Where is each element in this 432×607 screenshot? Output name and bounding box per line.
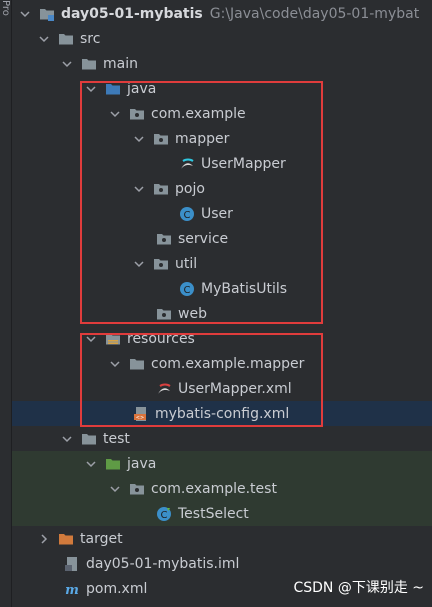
- tree-label: java: [127, 455, 157, 472]
- tree-row-target[interactable]: target: [12, 526, 432, 551]
- tree-label: com.example.mapper: [151, 355, 305, 372]
- chevron-down-icon[interactable]: [108, 351, 122, 376]
- chevron-down-icon[interactable]: [60, 426, 74, 451]
- tree-label: mybatis-config.xml: [155, 405, 290, 422]
- tree-label: java: [127, 80, 157, 97]
- package-icon: [128, 480, 146, 498]
- package-icon: [128, 105, 146, 123]
- tree-row-iml[interactable]: day05-01-mybatis.iml: [12, 551, 432, 576]
- tree-label: TestSelect: [178, 505, 249, 522]
- tree-row-pojo[interactable]: pojo: [12, 176, 432, 201]
- tree-row-java[interactable]: java: [12, 76, 432, 101]
- tree-row-test-java[interactable]: java: [12, 451, 432, 476]
- tree-label: com.example: [151, 105, 246, 122]
- svg-text:C: C: [161, 510, 168, 521]
- test-source-folder-icon: [104, 455, 122, 473]
- tree-label: target: [80, 530, 123, 547]
- tree-label: web: [178, 305, 207, 322]
- project-tab-label[interactable]: Pro: [0, 0, 11, 16]
- tree-row-com-example-test[interactable]: com.example.test: [12, 476, 432, 501]
- resources-folder-icon: [104, 330, 122, 348]
- tree-label: src: [80, 30, 101, 47]
- watermark: CSDN @下课别走 ~: [293, 580, 424, 596]
- tree-row-service[interactable]: service: [12, 226, 432, 251]
- tree-row-web[interactable]: web: [12, 301, 432, 326]
- folder-icon: [128, 355, 146, 373]
- source-folder-icon: [104, 80, 122, 98]
- xml-file-icon: <>: [132, 405, 150, 423]
- chevron-right-icon[interactable]: [37, 526, 51, 551]
- chevron-down-icon[interactable]: [108, 476, 122, 501]
- tree-row-main[interactable]: main: [12, 51, 432, 76]
- module-folder-icon: [38, 5, 56, 23]
- package-icon: [152, 130, 170, 148]
- tree-label: pojo: [175, 180, 205, 197]
- mybatis-interface-icon: [178, 155, 196, 173]
- excluded-folder-icon: [57, 530, 75, 548]
- package-icon: [155, 305, 173, 323]
- tree-row-test[interactable]: test: [12, 426, 432, 451]
- tree-row-mybatis-config[interactable]: <> mybatis-config.xml: [12, 401, 432, 426]
- tree-label: mapper: [175, 130, 230, 147]
- tree-label: com.example.test: [151, 480, 277, 497]
- svg-text:C: C: [184, 285, 191, 296]
- chevron-down-icon[interactable]: [37, 26, 51, 51]
- svg-text:<>: <>: [136, 415, 144, 421]
- chevron-down-icon[interactable]: [84, 326, 98, 351]
- svg-text:m: m: [65, 583, 79, 597]
- tree-label: MyBatisUtils: [201, 280, 288, 297]
- tree-label: service: [178, 230, 229, 247]
- project-tool-window-strip[interactable]: Pro: [0, 0, 12, 607]
- package-icon: [155, 230, 173, 248]
- chevron-down-icon[interactable]: [108, 101, 122, 126]
- tree-row-resources[interactable]: resources: [12, 326, 432, 351]
- package-icon: [152, 180, 170, 198]
- mybatis-xml-icon: [155, 380, 173, 398]
- tree-label: test: [103, 430, 130, 447]
- folder-icon: [80, 55, 98, 73]
- tree-row-util[interactable]: util: [12, 251, 432, 276]
- tree-row-mapper[interactable]: mapper: [12, 126, 432, 151]
- tree-label: UserMapper.xml: [178, 380, 292, 397]
- tree-row-mybatis-utils[interactable]: C MyBatisUtils: [12, 276, 432, 301]
- tree-label: day05-01-mybatis.iml: [86, 555, 240, 572]
- folder-icon: [57, 30, 75, 48]
- tree-row-project-root[interactable]: day05-01-mybatis G:\Java\code\day05-01-m…: [12, 1, 432, 26]
- chevron-down-icon[interactable]: [84, 76, 98, 101]
- test-class-icon: C: [155, 505, 173, 523]
- project-tree: day05-01-mybatis G:\Java\code\day05-01-m…: [12, 0, 432, 607]
- tree-row-com-example-mapper[interactable]: com.example.mapper: [12, 351, 432, 376]
- class-icon: C: [178, 205, 196, 223]
- chevron-down-icon[interactable]: [132, 126, 146, 151]
- svg-text:C: C: [184, 210, 191, 221]
- tree-label: resources: [127, 330, 195, 347]
- class-icon: C: [178, 280, 196, 298]
- maven-icon: m: [63, 580, 81, 598]
- module-file-icon: [63, 555, 81, 573]
- tree-label: User: [201, 205, 233, 222]
- chevron-down-icon[interactable]: [84, 451, 98, 476]
- chevron-down-icon[interactable]: [132, 251, 146, 276]
- project-name: day05-01-mybatis: [61, 5, 203, 22]
- chevron-down-icon[interactable]: [132, 176, 146, 201]
- project-path: G:\Java\code\day05-01-mybat: [209, 5, 420, 22]
- chevron-down-icon[interactable]: [60, 51, 74, 76]
- tree-row-user[interactable]: C User: [12, 201, 432, 226]
- tree-label: UserMapper: [201, 155, 286, 172]
- tree-label: main: [103, 55, 138, 72]
- tree-row-src[interactable]: src: [12, 26, 432, 51]
- tree-row-user-mapper-xml[interactable]: UserMapper.xml: [12, 376, 432, 401]
- tree-row-test-select[interactable]: C TestSelect: [12, 501, 432, 526]
- tree-row-user-mapper[interactable]: UserMapper: [12, 151, 432, 176]
- folder-icon: [80, 430, 98, 448]
- tree-label: util: [175, 255, 198, 272]
- package-icon: [152, 255, 170, 273]
- chevron-down-icon[interactable]: [18, 1, 32, 26]
- tree-row-com-example[interactable]: com.example: [12, 101, 432, 126]
- tree-label: pom.xml: [86, 580, 148, 597]
